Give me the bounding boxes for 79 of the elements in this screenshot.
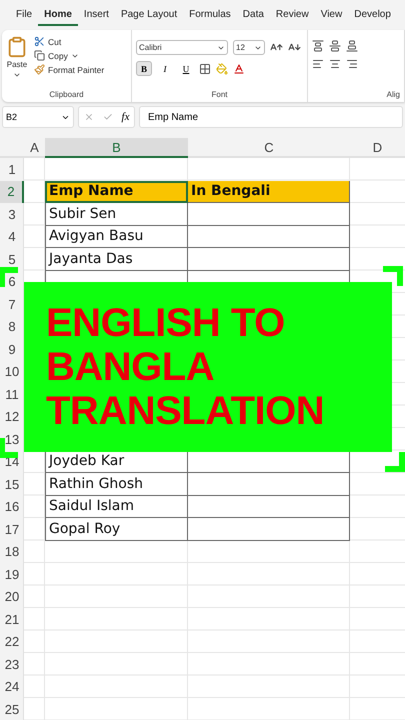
row-header[interactable]: 8 [8, 319, 16, 334]
table-cell: Avigyan Basu [45, 226, 188, 248]
ribbon-tab[interactable]: Develop [348, 4, 397, 26]
align-top-icon[interactable] [312, 40, 324, 52]
row-header[interactable]: 22 [4, 634, 20, 650]
column-header[interactable]: C [188, 138, 350, 158]
row-header[interactable]: 5 [8, 252, 16, 267]
align-left-icon[interactable] [312, 58, 324, 70]
align-middle-icon[interactable] [329, 40, 341, 52]
row-header[interactable]: 1 [8, 162, 16, 177]
row-header[interactable]: 23 [4, 656, 20, 672]
ribbon-tab[interactable]: View [314, 4, 348, 26]
ribbon-tab[interactable]: File [10, 4, 38, 26]
ribbon-tab[interactable]: Data [236, 4, 270, 26]
formula-input[interactable]: Emp Name [139, 106, 403, 128]
group-label: Font [211, 90, 228, 99]
row-header[interactable]: 13 [4, 432, 20, 447]
table-cell: Emp Name [45, 180, 188, 203]
align-center-icon[interactable] [329, 58, 341, 70]
table-cell: Subir Sen [45, 203, 188, 226]
copy-button[interactable]: Copy [34, 50, 104, 61]
table-cell: Joydeb Kar [45, 450, 188, 473]
group-label: Clipboard [49, 90, 84, 99]
ribbon-tab[interactable]: Review [270, 4, 315, 26]
row-header[interactable]: 11 [5, 386, 19, 402]
row-header[interactable]: 20 [4, 589, 20, 604]
table-cell: Gopal Roy [45, 518, 188, 540]
insert-function-button[interactable]: fx [122, 111, 130, 123]
font-size-select[interactable]: 12 [233, 40, 265, 55]
banner-text: ENGLISH TO [46, 301, 285, 345]
table-cell: In Bengali [188, 180, 350, 203]
row-header[interactable]: 9 [8, 342, 16, 357]
chevron-down-icon [13, 71, 21, 79]
underline-button[interactable]: U [178, 61, 194, 76]
column-header[interactable]: D [350, 138, 405, 158]
column-header[interactable]: A [24, 138, 45, 158]
format-painter-button[interactable]: Format Painter [34, 64, 104, 75]
row-header[interactable]: 4 [8, 229, 16, 244]
table-cell: Jayanta Das [45, 248, 188, 270]
row-header[interactable]: 17 [4, 522, 20, 537]
row-header[interactable]: 2 [0, 180, 24, 203]
ribbon-tab[interactable]: Formulas [183, 4, 237, 26]
paste-button[interactable]: Paste [6, 34, 28, 90]
group-label: Alig [386, 90, 400, 99]
banner-text: TRANSLATION [46, 389, 324, 433]
corner-bracket [0, 267, 18, 287]
align-bottom-icon[interactable] [346, 40, 358, 52]
row-header[interactable]: 6 [8, 274, 16, 290]
ribbon-tab[interactable]: Page Layout [114, 4, 184, 26]
table-cell: Saidul Islam [45, 496, 188, 518]
name-box[interactable]: B2 [2, 106, 74, 128]
borders-icon[interactable] [199, 62, 211, 74]
ribbon-tab[interactable]: Home [38, 4, 78, 26]
clipboard-icon [6, 36, 28, 58]
ribbon-tab[interactable]: Insert [78, 4, 115, 26]
italic-button[interactable]: I [157, 61, 173, 76]
check-icon[interactable] [102, 112, 113, 122]
table-cell: Rathin Ghosh [45, 473, 188, 496]
column-header[interactable]: B [45, 138, 188, 158]
cut-button[interactable]: Cut [34, 36, 104, 47]
row-header[interactable]: 3 [8, 206, 16, 222]
row-header[interactable]: 7 [8, 296, 16, 312]
align-right-icon[interactable] [346, 58, 358, 70]
bold-button[interactable]: B [136, 61, 152, 76]
paintbrush-icon [34, 64, 45, 75]
row-header[interactable]: 12 [4, 409, 20, 424]
banner-text: BANGLA [46, 345, 214, 389]
row-header[interactable]: 21 [4, 612, 20, 627]
font-name-select[interactable]: Calibri [136, 40, 228, 55]
row-header[interactable]: 19 [4, 566, 20, 582]
row-header[interactable]: 24 [4, 679, 20, 694]
row-header[interactable]: 10 [4, 364, 20, 380]
font-color-icon[interactable] [233, 62, 245, 74]
copy-icon [34, 50, 45, 61]
row-header[interactable]: 25 [4, 702, 20, 717]
row-header[interactable]: 18 [4, 544, 20, 560]
scissors-icon [34, 36, 45, 47]
row-header[interactable]: 16 [4, 499, 20, 514]
row-header[interactable]: 15 [4, 476, 20, 492]
